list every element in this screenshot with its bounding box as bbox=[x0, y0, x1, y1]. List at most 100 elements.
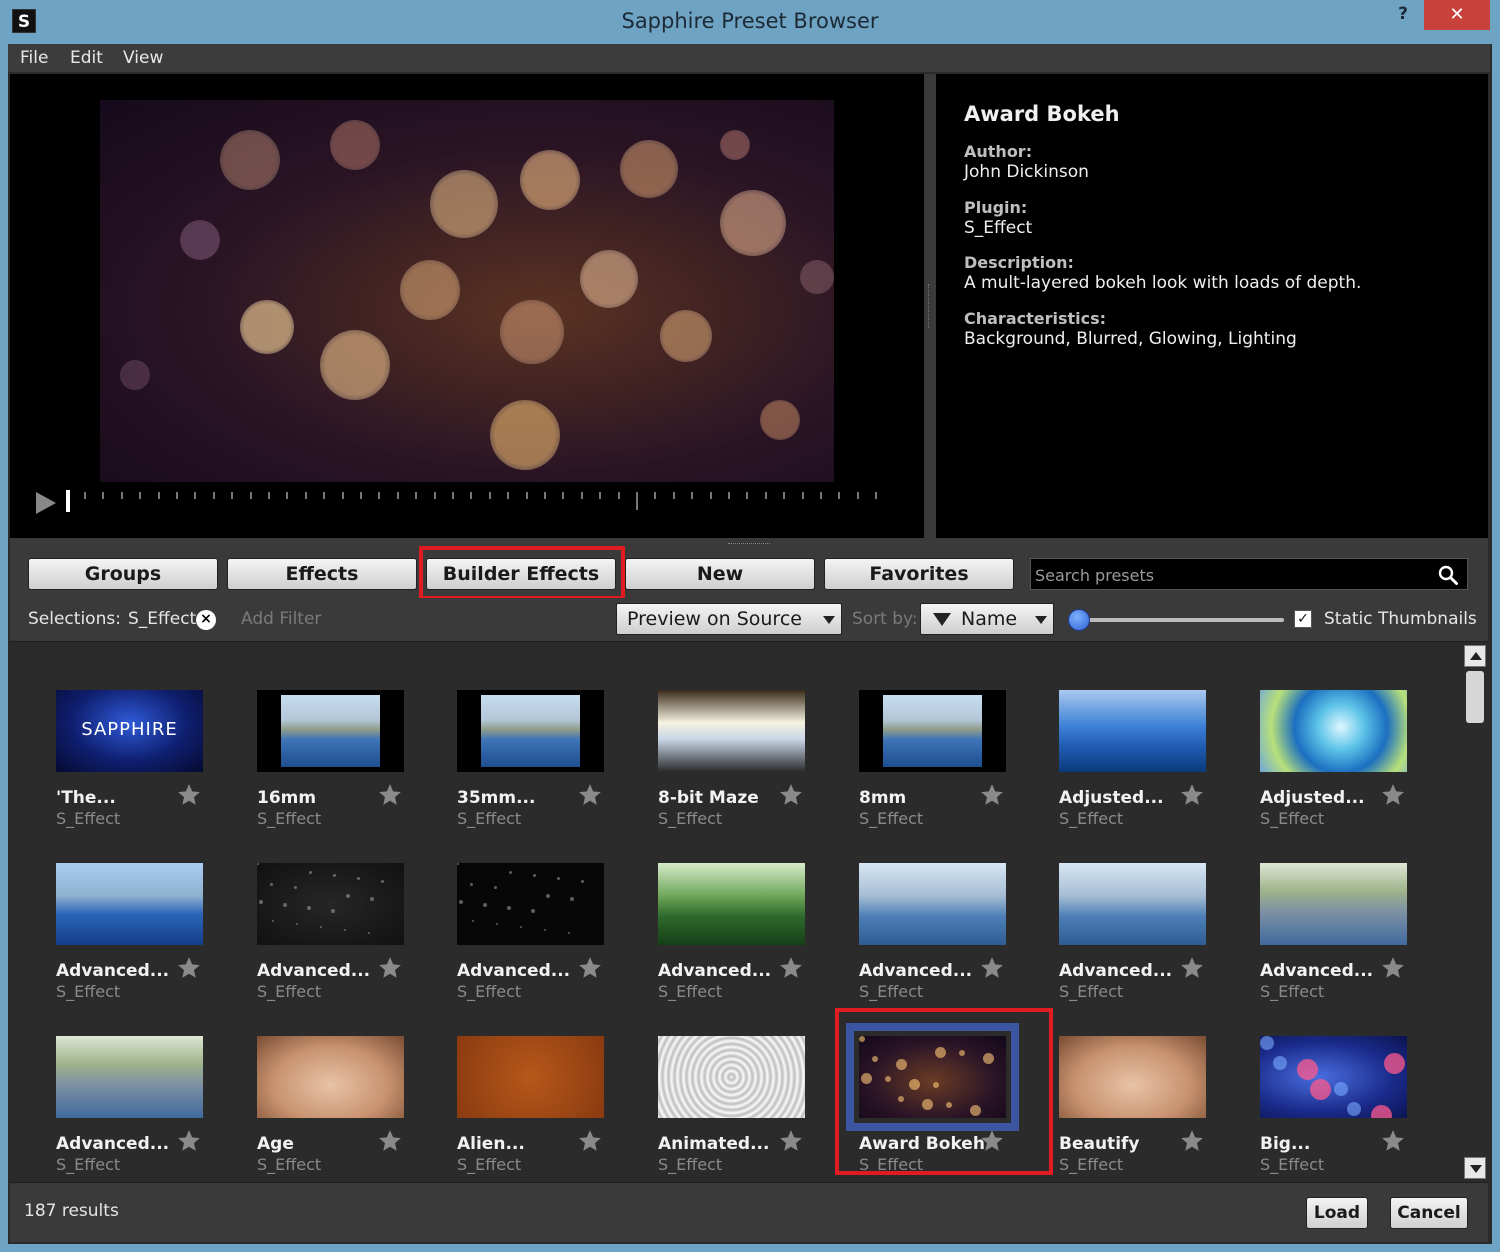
scroll-up-button[interactable] bbox=[1464, 645, 1486, 667]
preset-thumbnail[interactable] bbox=[859, 690, 1006, 772]
preset-thumbnail[interactable] bbox=[457, 1036, 604, 1118]
selection-chip: S_Effect bbox=[128, 609, 197, 629]
preset-item[interactable]: Animated... S_Effect bbox=[658, 1036, 828, 1181]
particle bbox=[1310, 1079, 1331, 1100]
add-filter-link[interactable]: Add Filter bbox=[241, 609, 321, 629]
preset-item[interactable]: Adjusted... S_Effect bbox=[1260, 690, 1430, 840]
favorite-star-icon[interactable] bbox=[1179, 1128, 1205, 1154]
annotation-highlight-selected-preset bbox=[835, 1008, 1053, 1175]
favorite-star-icon[interactable] bbox=[1380, 955, 1406, 981]
preset-thumbnail[interactable] bbox=[859, 863, 1006, 945]
preset-item[interactable]: 35mm... S_Effect bbox=[457, 690, 627, 840]
horizontal-splitter[interactable] bbox=[10, 538, 1488, 550]
favorite-star-icon[interactable] bbox=[377, 782, 403, 808]
sort-dropdown[interactable]: Name bbox=[920, 603, 1054, 635]
preset-thumbnail[interactable]: SAPPHIRE bbox=[56, 690, 203, 772]
preset-item[interactable]: 8-bit Maze S_Effect bbox=[658, 690, 828, 840]
preset-thumbnail[interactable] bbox=[257, 1036, 404, 1118]
preset-item[interactable]: Adjusted... S_Effect bbox=[1059, 690, 1229, 840]
clear-selection-icon[interactable]: × bbox=[196, 610, 216, 630]
preset-thumbnail[interactable] bbox=[1260, 1036, 1407, 1118]
preset-thumbnail[interactable] bbox=[56, 1036, 203, 1118]
favorite-star-icon[interactable] bbox=[1179, 955, 1205, 981]
preset-thumbnail[interactable] bbox=[1059, 863, 1206, 945]
grid-scrollbar[interactable] bbox=[1462, 643, 1488, 1181]
tab-groups[interactable]: Groups bbox=[28, 558, 218, 590]
tab-new[interactable]: New bbox=[625, 558, 815, 590]
preset-thumbnail[interactable] bbox=[658, 863, 805, 945]
favorite-star-icon[interactable] bbox=[577, 1128, 603, 1154]
tab-favorites[interactable]: Favorites bbox=[824, 558, 1014, 590]
results-count: 187 results bbox=[24, 1201, 119, 1221]
preset-item[interactable]: Advanced... S_Effect bbox=[257, 863, 427, 1013]
preset-thumbnail[interactable] bbox=[457, 690, 604, 772]
tab-effects[interactable]: Effects bbox=[227, 558, 417, 590]
preset-item[interactable]: Advanced... S_Effect bbox=[1260, 863, 1430, 1013]
preset-thumbnail[interactable] bbox=[658, 1036, 805, 1118]
preset-thumbnail[interactable] bbox=[457, 863, 604, 945]
favorite-star-icon[interactable] bbox=[377, 1128, 403, 1154]
search-input[interactable] bbox=[1035, 563, 1425, 587]
preset-item[interactable]: Beautify S_Effect bbox=[1059, 1036, 1229, 1181]
scroll-down-button[interactable] bbox=[1464, 1157, 1486, 1179]
preset-thumbnail[interactable] bbox=[1260, 863, 1407, 945]
preset-item[interactable]: Advanced... S_Effect bbox=[56, 1036, 226, 1181]
favorite-star-icon[interactable] bbox=[778, 955, 804, 981]
favorite-star-icon[interactable] bbox=[778, 782, 804, 808]
thumbnail-size-handle[interactable] bbox=[1068, 609, 1090, 631]
particle bbox=[1371, 1105, 1392, 1118]
favorite-star-icon[interactable] bbox=[377, 955, 403, 981]
favorite-star-icon[interactable] bbox=[1380, 782, 1406, 808]
preset-item[interactable]: Age S_Effect bbox=[257, 1036, 427, 1181]
menu-file[interactable]: File bbox=[20, 48, 48, 68]
close-button[interactable]: ✕ bbox=[1424, 0, 1490, 30]
play-icon[interactable] bbox=[36, 492, 56, 514]
favorite-star-icon[interactable] bbox=[979, 955, 1005, 981]
preset-item[interactable]: Alien... S_Effect bbox=[457, 1036, 627, 1181]
playhead[interactable] bbox=[66, 490, 70, 512]
favorite-star-icon[interactable] bbox=[778, 1128, 804, 1154]
preset-item[interactable]: Advanced... S_Effect bbox=[658, 863, 828, 1013]
cancel-button[interactable]: Cancel bbox=[1390, 1197, 1468, 1229]
preset-thumbnail[interactable] bbox=[257, 863, 404, 945]
favorite-star-icon[interactable] bbox=[1380, 1128, 1406, 1154]
preset-thumbnail[interactable] bbox=[1059, 1036, 1206, 1118]
preset-name: 8mm bbox=[859, 788, 907, 808]
preset-item[interactable]: Big... S_Effect bbox=[1260, 1036, 1430, 1181]
favorite-star-icon[interactable] bbox=[979, 782, 1005, 808]
thumbnail-size-slider[interactable] bbox=[1078, 618, 1284, 622]
load-button[interactable]: Load bbox=[1306, 1197, 1368, 1229]
preset-thumbnail[interactable] bbox=[1059, 690, 1206, 772]
preset-item[interactable]: SAPPHIRE 'The... S_Effect bbox=[56, 690, 226, 840]
favorite-star-icon[interactable] bbox=[577, 955, 603, 981]
favorite-star-icon[interactable] bbox=[176, 782, 202, 808]
timeline-tick bbox=[709, 492, 712, 499]
favorite-star-icon[interactable] bbox=[176, 955, 202, 981]
sort-direction-icon[interactable] bbox=[933, 613, 951, 626]
preset-item[interactable]: 8mm S_Effect bbox=[859, 690, 1029, 840]
favorite-star-icon[interactable] bbox=[1179, 782, 1205, 808]
static-thumbnails-checkbox[interactable]: ✓ bbox=[1294, 610, 1312, 628]
scroll-thumb[interactable] bbox=[1466, 671, 1484, 723]
preset-name: 16mm bbox=[257, 788, 317, 808]
preset-item[interactable]: Advanced... S_Effect bbox=[457, 863, 627, 1013]
preset-item[interactable]: Advanced... S_Effect bbox=[1059, 863, 1229, 1013]
vertical-splitter[interactable] bbox=[924, 74, 936, 538]
particle bbox=[520, 926, 522, 928]
preset-item[interactable]: Advanced... S_Effect bbox=[859, 863, 1029, 1013]
preview-mode-dropdown[interactable]: Preview on Source bbox=[616, 603, 842, 635]
preset-plugin: S_Effect bbox=[658, 982, 723, 1001]
preset-item[interactable]: Advanced... S_Effect bbox=[56, 863, 226, 1013]
preset-thumbnail[interactable] bbox=[658, 690, 805, 772]
preset-thumbnail[interactable] bbox=[257, 690, 404, 772]
favorite-star-icon[interactable] bbox=[577, 782, 603, 808]
menu-view[interactable]: View bbox=[123, 48, 163, 68]
preset-item[interactable]: 16mm S_Effect bbox=[257, 690, 427, 840]
search-icon[interactable] bbox=[1437, 564, 1459, 586]
favorite-star-icon[interactable] bbox=[176, 1128, 202, 1154]
preset-thumbnail[interactable] bbox=[56, 863, 203, 945]
menu-edit[interactable]: Edit bbox=[70, 48, 103, 68]
help-button[interactable]: ? bbox=[1388, 4, 1418, 28]
timeline-scrubber[interactable] bbox=[66, 488, 886, 514]
preset-thumbnail[interactable] bbox=[1260, 690, 1407, 772]
